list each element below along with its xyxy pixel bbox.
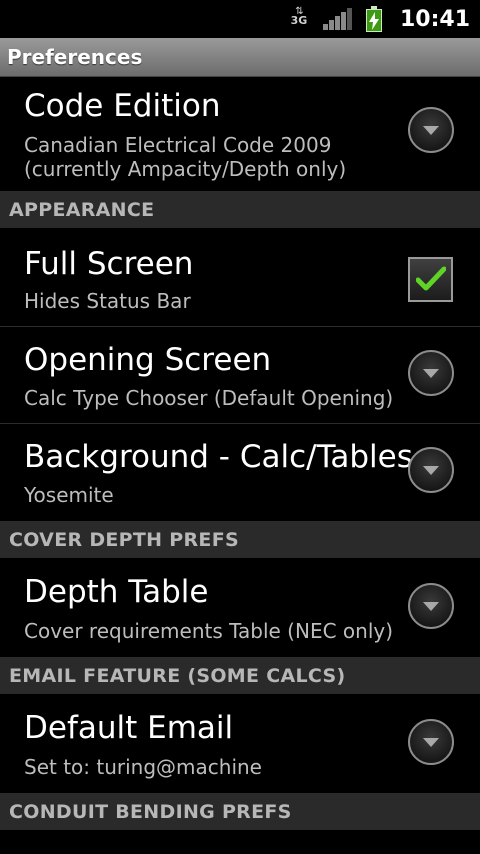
network-3g-icon: ⇅ 3G: [288, 7, 310, 31]
battery-charging-icon: [365, 6, 382, 32]
dropdown-arrow-icon[interactable]: [408, 447, 454, 493]
dropdown-arrow-icon[interactable]: [408, 350, 454, 396]
pref-summary: Yosemite: [24, 483, 114, 507]
page-title: Preferences: [7, 45, 143, 69]
full-screen-checkbox[interactable]: [408, 257, 453, 302]
dropdown-arrow-icon[interactable]: [408, 719, 454, 765]
category-appearance: APPEARANCE: [0, 192, 480, 228]
pref-title: Background - Calc/Tables: [24, 439, 413, 475]
status-bar: ⇅ 3G 10:41: [0, 0, 480, 38]
pref-summary: Canadian Electrical Code 2009 (currently…: [24, 133, 347, 181]
dropdown-arrow-icon[interactable]: [408, 583, 454, 629]
network-type-label: 3G: [290, 14, 308, 27]
pref-title: Default Email: [24, 710, 234, 746]
pref-summary: Set to: turing@machine: [24, 755, 262, 779]
category-conduit-bending-prefs: CONDUIT BENDING PREFS: [0, 794, 480, 830]
category-email-feature: EMAIL FEATURE (SOME CALCS): [0, 658, 480, 694]
category-label: APPEARANCE: [9, 199, 155, 221]
pref-title: Depth Table: [24, 574, 209, 610]
pref-summary: Hides Status Bar: [24, 289, 191, 313]
category-label: CONDUIT BENDING PREFS: [9, 801, 292, 823]
pref-background[interactable]: Background - Calc/Tables Yosemite: [0, 424, 480, 522]
pref-full-screen[interactable]: Full Screen Hides Status Bar: [0, 228, 480, 327]
dropdown-arrow-icon[interactable]: [408, 107, 454, 153]
pref-summary: Cover requirements Table (NEC only): [24, 619, 394, 643]
category-label: EMAIL FEATURE (SOME CALCS): [9, 665, 346, 687]
title-bar: Preferences: [0, 38, 480, 77]
checkmark-icon: [416, 266, 446, 291]
status-clock: 10:41: [399, 6, 470, 32]
pref-opening-screen[interactable]: Opening Screen Calc Type Chooser (Defaul…: [0, 327, 480, 424]
pref-summary: Calc Type Chooser (Default Opening): [24, 386, 394, 410]
pref-title: Opening Screen: [24, 342, 272, 378]
category-label: COVER DEPTH PREFS: [9, 529, 239, 551]
signal-icon: [322, 8, 352, 30]
pref-title: Full Screen: [24, 246, 194, 282]
pref-code-edition[interactable]: Code Edition Canadian Electrical Code 20…: [0, 77, 480, 192]
pref-default-email[interactable]: Default Email Set to: turing@machine: [0, 694, 480, 794]
pref-depth-table[interactable]: Depth Table Cover requirements Table (NE…: [0, 558, 480, 658]
category-cover-depth-prefs: COVER DEPTH PREFS: [0, 522, 480, 558]
pref-title: Code Edition: [24, 88, 221, 124]
